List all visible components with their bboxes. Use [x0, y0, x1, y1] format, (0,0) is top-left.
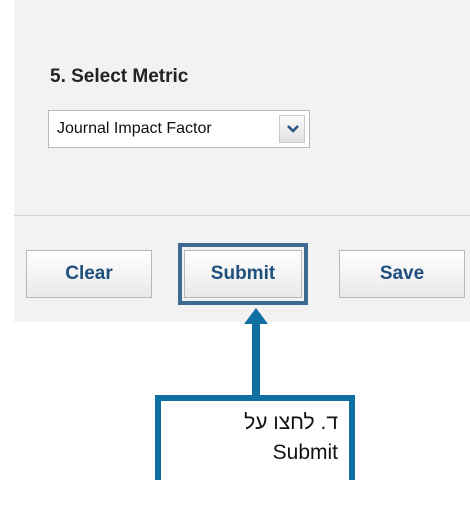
callout-text: ד. לחצו על Submit: [180, 408, 338, 468]
callout-text-line-1: ד. לחצו על: [244, 411, 338, 434]
callout-text-line-2: Submit: [272, 441, 338, 464]
metric-select[interactable]: Journal Impact Factor: [48, 110, 310, 148]
chevron-down-icon: [287, 125, 299, 133]
clear-button[interactable]: Clear: [26, 250, 152, 298]
submit-button[interactable]: Submit: [184, 250, 302, 298]
section-title: 5. Select Metric: [50, 66, 189, 87]
metric-select-value: Journal Impact Factor: [57, 120, 212, 137]
metric-panel: [14, 0, 470, 215]
metric-select-toggle[interactable]: [279, 115, 305, 143]
screenshot-canvas: 5. Select Metric Journal Impact Factor C…: [0, 0, 470, 506]
save-button[interactable]: Save: [339, 250, 465, 298]
